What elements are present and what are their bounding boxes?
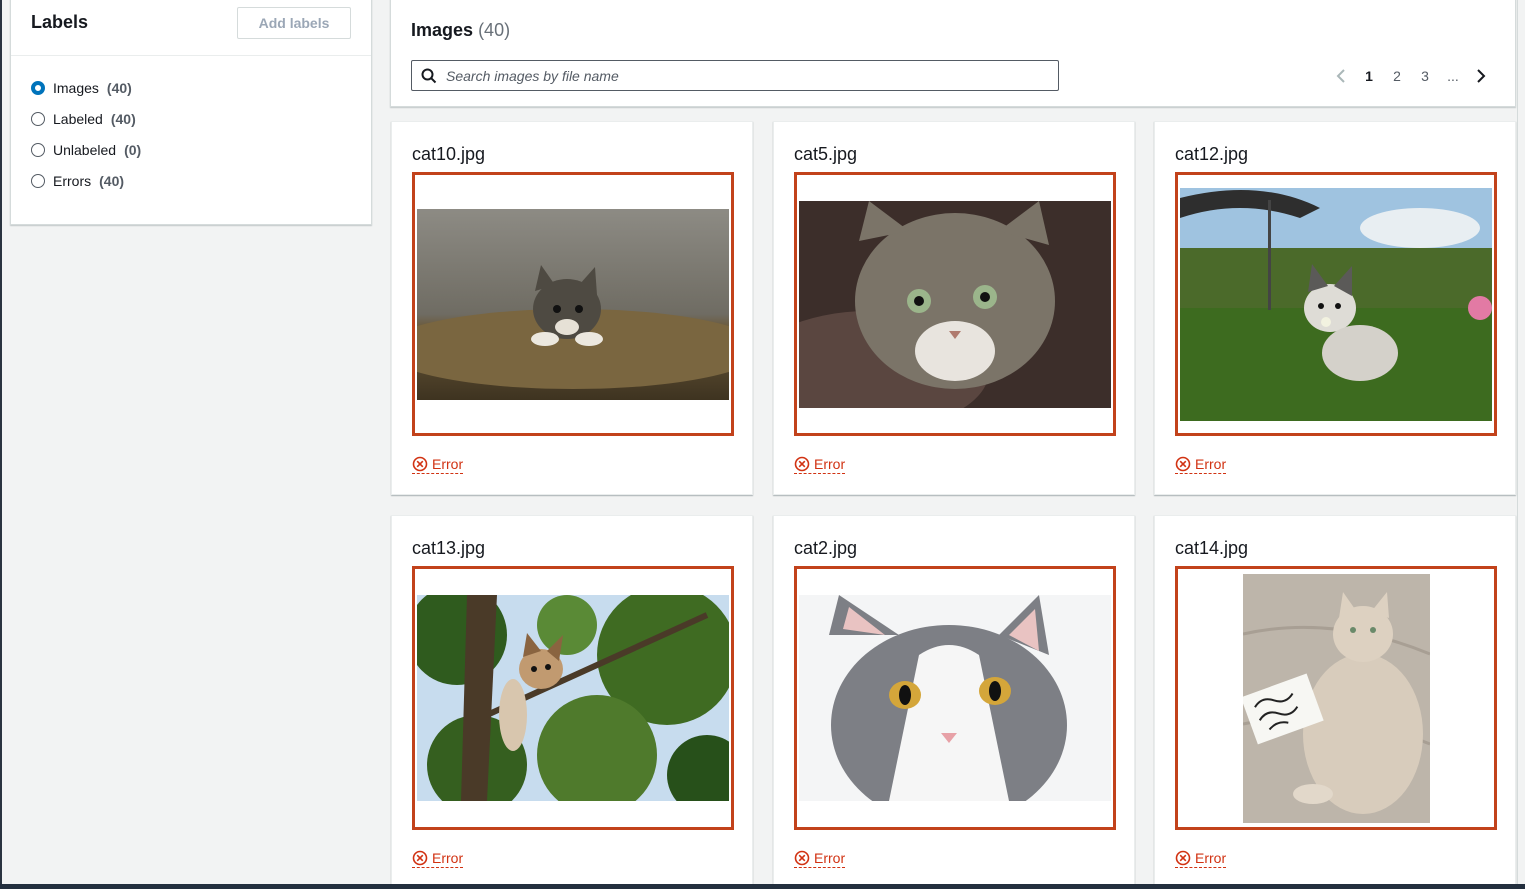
image-frame[interactable] <box>412 172 734 436</box>
pagination: 1 2 3 ... <box>1327 62 1495 90</box>
error-icon <box>412 456 428 472</box>
label-filter-list: Images (40) Labeled (40) Unlabeled (0) E… <box>11 56 371 212</box>
card-error-label: Error <box>814 850 846 866</box>
radio-unlabeled[interactable] <box>31 142 45 157</box>
card-error-label: Error <box>432 850 464 866</box>
search-box <box>411 60 1059 91</box>
error-icon <box>1175 850 1191 866</box>
card-error-label: Error <box>1195 850 1227 866</box>
image-card[interactable]: cat10.jpg Error <box>391 121 753 495</box>
card-file-name: cat14.jpg <box>1175 538 1249 558</box>
search-input[interactable] <box>446 67 1046 84</box>
label-filter-images[interactable]: Images (40) <box>31 72 351 103</box>
left-edge <box>0 0 2 889</box>
images-title-text: Images <box>411 20 474 40</box>
label-count: (40) <box>99 172 125 189</box>
image-frame[interactable] <box>1175 566 1497 830</box>
image-card[interactable]: cat13.jpg Error <box>391 515 753 889</box>
radio-images[interactable] <box>31 80 45 95</box>
card-error-status[interactable]: Error <box>412 456 464 474</box>
label-filter-unlabeled[interactable]: Unlabeled (0) <box>31 134 351 165</box>
image-frame[interactable] <box>794 172 1116 436</box>
grey-white-cat-photo <box>799 595 1111 801</box>
label-name: Unlabeled <box>53 141 117 158</box>
card-file-name: cat10.jpg <box>412 144 486 164</box>
cat-kitten-on-couch-photo <box>417 208 729 400</box>
label-name: Images <box>53 79 99 96</box>
card-error-label: Error <box>814 456 846 472</box>
tabby-cat-looking-up-photo <box>799 200 1111 408</box>
label-filter-errors[interactable]: Errors (40) <box>31 165 351 196</box>
app-root: Labels Add labels Images (40) Labeled (4… <box>0 0 1525 889</box>
image-card[interactable]: cat14.jpg Error <box>1154 515 1516 889</box>
label-filter-labeled[interactable]: Labeled (40) <box>31 103 351 134</box>
card-file-name: cat5.jpg <box>794 144 858 164</box>
image-card[interactable]: cat12.jpg Error <box>1154 121 1516 495</box>
chevron-left-icon <box>1336 69 1345 83</box>
card-error-status[interactable]: Error <box>1175 456 1227 474</box>
chevron-right-icon <box>1477 69 1486 83</box>
pagination-next-button[interactable] <box>1467 62 1495 90</box>
error-icon <box>412 850 428 866</box>
radio-errors[interactable] <box>31 173 45 188</box>
label-name: Labeled <box>53 110 103 127</box>
images-panel: Images (40) 1 2 3 ... <box>390 0 1516 107</box>
pagination-prev-button[interactable] <box>1327 62 1355 90</box>
card-file-name: cat2.jpg <box>794 538 858 558</box>
label-count: (40) <box>106 79 132 96</box>
image-card[interactable]: cat2.jpg Error <box>773 515 1135 889</box>
bottom-bar <box>0 884 1525 889</box>
card-error-status[interactable]: Error <box>794 850 846 868</box>
image-card[interactable]: cat5.jpg Error <box>773 121 1135 495</box>
pagination-page-2[interactable]: 2 <box>1383 62 1411 90</box>
card-error-label: Error <box>432 456 464 472</box>
images-title: Images (40) <box>411 20 510 41</box>
card-file-name: cat12.jpg <box>1175 144 1249 164</box>
pagination-ellipsis: ... <box>1447 68 1459 84</box>
error-icon <box>1175 456 1191 472</box>
labels-panel: Labels Add labels Images (40) Labeled (4… <box>10 0 372 225</box>
pagination-page-3[interactable]: 3 <box>1411 62 1439 90</box>
card-error-label: Error <box>1195 456 1227 472</box>
radio-labeled[interactable] <box>31 111 45 126</box>
label-count: (40) <box>110 110 136 127</box>
images-count: (40) <box>478 20 511 40</box>
error-icon <box>794 850 810 866</box>
label-name: Errors <box>53 172 92 189</box>
labels-title: Labels <box>31 12 89 32</box>
labels-header: Labels Add labels <box>11 0 371 56</box>
card-error-status[interactable]: Error <box>412 850 464 868</box>
search-icon <box>412 61 446 90</box>
right-scrollbar-track[interactable] <box>1517 0 1525 889</box>
pagination-page-1[interactable]: 1 <box>1355 62 1383 90</box>
image-frame[interactable] <box>412 566 734 830</box>
image-frame[interactable] <box>1175 172 1497 436</box>
card-error-status[interactable]: Error <box>1175 850 1227 868</box>
label-count: (0) <box>124 141 142 158</box>
kitten-in-grass-photo <box>1180 187 1492 421</box>
error-icon <box>794 456 810 472</box>
kitten-in-tree-photo <box>417 595 729 801</box>
image-frame[interactable] <box>794 566 1116 830</box>
card-error-status[interactable]: Error <box>794 456 846 474</box>
card-file-name: cat13.jpg <box>412 538 486 558</box>
cat-with-card-photo <box>1242 573 1430 823</box>
add-labels-button[interactable]: Add labels <box>237 6 351 39</box>
